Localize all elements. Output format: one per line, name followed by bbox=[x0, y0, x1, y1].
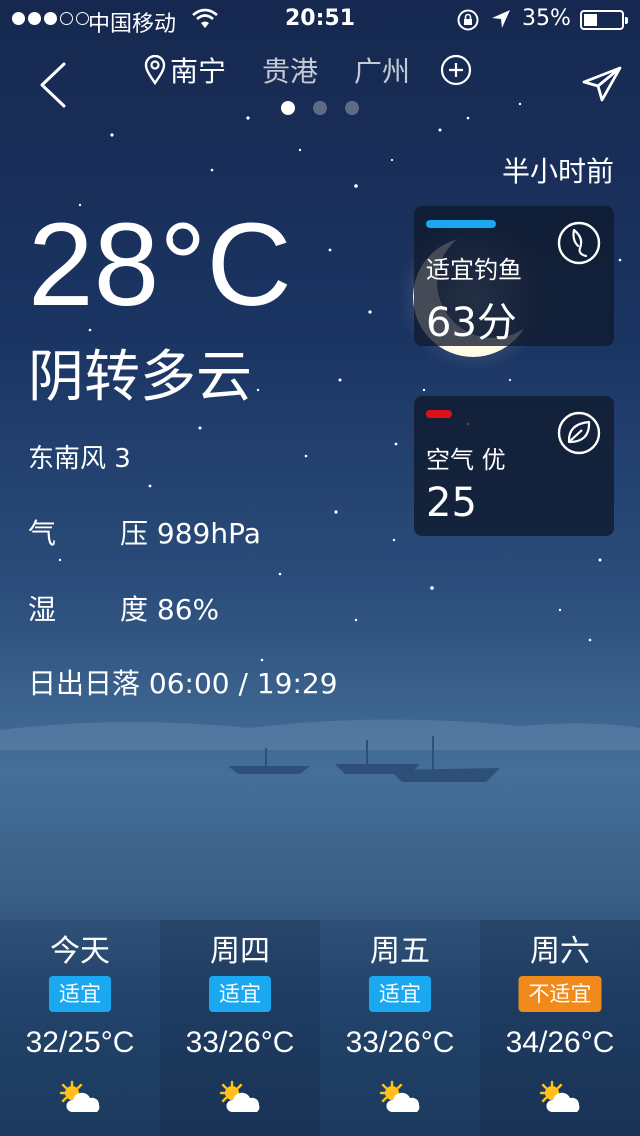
fishing-level-bar bbox=[426, 220, 496, 228]
air-level-bar bbox=[426, 410, 452, 418]
location-pin-icon bbox=[144, 55, 166, 85]
air-quality-label: 空气 优 bbox=[426, 446, 506, 474]
forecast-day[interactable]: 周六 不适宜 34/26°C bbox=[480, 920, 640, 1136]
pressure-label-1: 气 bbox=[28, 517, 57, 550]
page-dot bbox=[281, 101, 295, 115]
fishing-score: 63分 bbox=[426, 300, 517, 346]
day-name: 今天 bbox=[50, 934, 110, 969]
sunrise-sunset-row: 日出日落 06:00 / 19:29 bbox=[28, 662, 338, 702]
battery-icon bbox=[580, 10, 628, 30]
temperature-range: 34/26°C bbox=[505, 1026, 615, 1059]
sun-value: 06:00 / 19:29 bbox=[148, 667, 338, 700]
humidity-label-1: 湿 bbox=[28, 593, 57, 626]
battery-percentage: 35% bbox=[522, 6, 571, 31]
humidity-row: 湿 度 86% bbox=[28, 588, 219, 628]
current-temperature: 28°C bbox=[28, 199, 292, 331]
temperature-range: 32/25°C bbox=[25, 1026, 135, 1059]
battery-level-fill bbox=[584, 14, 597, 26]
tab-city-guigang[interactable]: 贵港 bbox=[262, 50, 318, 90]
tab-city-nanning[interactable]: 南宁 bbox=[144, 50, 226, 90]
location-arrow-icon bbox=[492, 10, 510, 28]
partly-sunny-icon bbox=[539, 1080, 580, 1112]
day-name: 周五 bbox=[370, 934, 430, 969]
rotation-lock-icon bbox=[457, 9, 479, 31]
city-name: 南宁 bbox=[170, 55, 227, 88]
update-time: 半小时前 bbox=[501, 155, 614, 188]
fishing-label: 适宜钓鱼 bbox=[426, 256, 522, 284]
partly-sunny-icon bbox=[59, 1080, 100, 1112]
suitability-badge: 适宜 bbox=[209, 976, 271, 1012]
fishing-index-card[interactable]: 适宜钓鱼 63分 bbox=[414, 206, 614, 346]
add-city-button[interactable] bbox=[440, 54, 472, 86]
share-button[interactable] bbox=[580, 62, 624, 106]
lake-boats-scene bbox=[0, 719, 640, 782]
city-name: 广州 bbox=[354, 55, 411, 88]
page-dot bbox=[313, 101, 327, 115]
day-name: 周六 bbox=[530, 934, 590, 969]
tab-city-guangzhou[interactable]: 广州 bbox=[354, 50, 410, 90]
humidity-label-2: 度 bbox=[120, 593, 149, 626]
city-tabs: 南宁 贵港 广州 bbox=[144, 50, 472, 90]
partly-sunny-icon bbox=[219, 1080, 260, 1112]
wind-info: 东南风 3 bbox=[28, 444, 131, 474]
city-name: 贵港 bbox=[262, 55, 319, 88]
forecast-day[interactable]: 周五 适宜 33/26°C bbox=[320, 920, 480, 1136]
status-bar: 中国移动 20:51 35% bbox=[0, 0, 640, 40]
temperature-range: 33/26°C bbox=[345, 1026, 455, 1059]
page-indicator bbox=[0, 101, 640, 115]
humidity-value: 86% bbox=[156, 593, 220, 626]
sun-label: 日出日落 bbox=[28, 667, 141, 700]
pressure-row: 气 压 989hPa bbox=[28, 512, 261, 552]
suitability-badge: 适宜 bbox=[49, 976, 111, 1012]
pressure-label-2: 压 bbox=[120, 517, 149, 550]
temperature-range: 33/26°C bbox=[185, 1026, 295, 1059]
page-dot bbox=[345, 101, 359, 115]
pressure-value: 989hPa bbox=[156, 517, 261, 550]
air-quality-card[interactable]: 空气 优 25 bbox=[414, 396, 614, 536]
partly-sunny-icon bbox=[379, 1080, 420, 1112]
daily-forecast: 今天 适宜 32/25°C 周四 适宜 33/26°C 周五 适宜 33/26°… bbox=[0, 920, 640, 1136]
forecast-day[interactable]: 今天 适宜 32/25°C bbox=[0, 920, 160, 1136]
day-name: 周四 bbox=[210, 934, 270, 969]
forecast-day[interactable]: 周四 适宜 33/26°C bbox=[160, 920, 320, 1136]
fish-icon bbox=[557, 221, 601, 265]
suitability-badge: 不适宜 bbox=[518, 976, 602, 1012]
air-quality-value: 25 bbox=[426, 480, 477, 526]
leaf-icon bbox=[557, 411, 601, 455]
suitability-badge: 适宜 bbox=[369, 976, 431, 1012]
weather-condition: 阴转多云 bbox=[28, 345, 252, 410]
